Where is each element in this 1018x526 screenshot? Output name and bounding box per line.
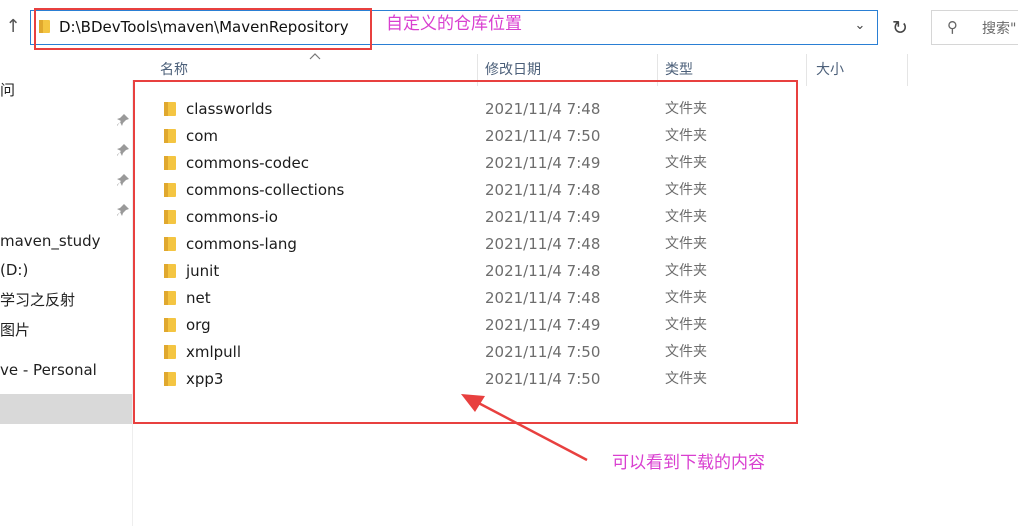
pin-icon[interactable]: [116, 143, 130, 157]
pin-icon[interactable]: [116, 173, 130, 187]
annotation-arrow: [461, 394, 588, 462]
annotation-box-path: [34, 8, 372, 50]
column-header-modified[interactable]: 修改日期: [485, 60, 541, 80]
column-divider[interactable]: [806, 54, 807, 86]
pin-icon[interactable]: [116, 203, 130, 217]
chevron-down-icon[interactable]: ⌄: [852, 16, 868, 36]
pin-icon[interactable]: [116, 113, 130, 127]
sidebar-item-label[interactable]: 问: [0, 80, 15, 100]
column-divider[interactable]: [907, 54, 908, 86]
search-icon: ⚲: [947, 18, 958, 36]
sidebar-item-selected[interactable]: [0, 394, 132, 424]
up-arrow-icon[interactable]: ↑: [4, 16, 22, 38]
sidebar-item-onedrive[interactable]: ve - Personal: [0, 360, 97, 380]
column-header-size[interactable]: 大小: [816, 60, 844, 80]
annotation-content-note: 可以看到下载的内容: [612, 453, 765, 473]
sort-ascending-icon: [309, 53, 321, 60]
search-placeholder[interactable]: 搜索": [982, 18, 1016, 38]
sidebar-item-reflection[interactable]: 学习之反射: [0, 290, 75, 310]
annotation-path-note: 自定义的仓库位置: [386, 14, 522, 34]
column-header-name[interactable]: 名称: [160, 60, 188, 80]
sidebar-item-pictures[interactable]: 图片: [0, 320, 30, 340]
column-header-type[interactable]: 类型: [665, 60, 693, 80]
refresh-icon[interactable]: ↻: [886, 14, 914, 42]
sidebar-item-maven-study[interactable]: maven_study: [0, 231, 101, 251]
annotation-box-content: [133, 80, 798, 424]
sidebar-item-drive-d[interactable]: (D:): [0, 260, 28, 280]
